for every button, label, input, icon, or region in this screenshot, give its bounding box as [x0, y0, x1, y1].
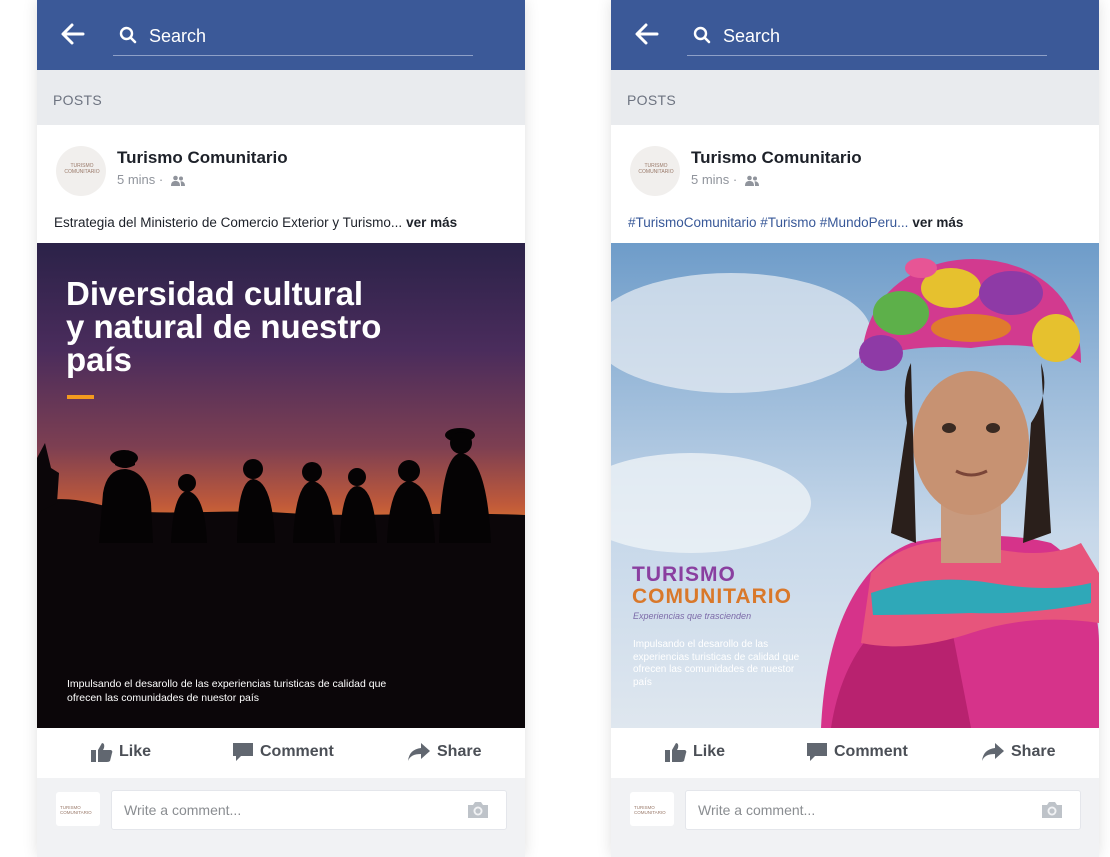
post-timestamp: 5 mins — [691, 172, 730, 187]
back-arrow-icon[interactable] — [59, 21, 85, 47]
avatar-logo-text: TURISMO COMUNITARIO — [638, 163, 674, 175]
image-caption: Impulsando el desarollo de las experienc… — [633, 639, 800, 688]
share-label: Share — [437, 743, 482, 760]
post-screen-left: POSTS TURISMO COMUNITARIO Turismo Comuni… — [37, 0, 525, 857]
post-text: #TurismoComunitario #Turismo #MundoPeru.… — [628, 215, 963, 230]
top-bar — [611, 0, 1099, 70]
comment-composer: TURISMO COMUNITARIO — [37, 778, 525, 857]
post-body: Estrategia del Ministerio de Comercio Ex… — [54, 215, 403, 230]
search-icon — [693, 26, 711, 44]
comment-input[interactable] — [111, 790, 507, 830]
search-icon — [119, 26, 137, 44]
brand-tagline: Experiencias que trascienden — [633, 611, 752, 621]
page-avatar[interactable]: TURISMO COMUNITARIO — [56, 146, 106, 196]
search-input[interactable] — [687, 18, 1047, 56]
section-header: POSTS — [37, 70, 525, 125]
like-label: Like — [119, 743, 152, 760]
friends-icon — [170, 175, 185, 186]
comment-bubble-icon — [233, 743, 253, 761]
post-meta: 5 mins · — [117, 172, 185, 187]
search-input[interactable] — [113, 18, 473, 56]
brand-logo-line2: COMUNITARIO — [632, 585, 792, 608]
like-button[interactable]: Like — [91, 742, 151, 762]
camera-icon[interactable] — [1041, 801, 1063, 819]
share-arrow-icon — [982, 743, 1004, 761]
post-timestamp: 5 mins — [117, 172, 156, 187]
comment-label: Comment — [834, 743, 908, 760]
comment-label: Comment — [260, 743, 334, 760]
post-screen-right: POSTS TURISMO COMUNITARIO Turismo Comuni… — [611, 0, 1099, 857]
page-name[interactable]: Turismo Comunitario — [691, 148, 862, 168]
see-more-link[interactable]: ver más — [406, 215, 457, 230]
commenter-avatar: TURISMO COMUNITARIO — [56, 792, 100, 826]
image-caption: Impulsando el desarollo de las experienc… — [67, 678, 387, 704]
like-thumb-icon — [91, 743, 113, 762]
action-bar: Like Comment Share — [37, 728, 525, 778]
like-label: Like — [693, 743, 726, 760]
meta-separator: · — [158, 172, 164, 187]
commenter-avatar-text: TURISMO COMUNITARIO — [634, 805, 666, 815]
post-image[interactable]: Diversidad cultural y natural de nuestro… — [37, 243, 525, 728]
friends-icon — [744, 175, 759, 186]
headline-accent-bar — [67, 395, 94, 399]
section-header: POSTS — [611, 70, 1099, 125]
see-more-link[interactable]: ver más — [912, 215, 963, 230]
post-hashtags[interactable]: #TurismoComunitario #Turismo #MundoPeru.… — [628, 215, 908, 230]
share-button[interactable]: Share — [407, 742, 481, 762]
avatar-logo-text: TURISMO COMUNITARIO — [64, 163, 100, 175]
page-avatar[interactable]: TURISMO COMUNITARIO — [630, 146, 680, 196]
share-button[interactable]: Share — [981, 742, 1055, 762]
top-bar — [37, 0, 525, 70]
image-headline: Diversidad cultural y natural de nuestro… — [66, 275, 382, 378]
share-arrow-icon — [408, 743, 430, 761]
like-thumb-icon — [665, 743, 687, 762]
commenter-avatar-text: TURISMO COMUNITARIO — [60, 805, 92, 815]
comment-button[interactable]: Comment — [806, 742, 908, 762]
page-name[interactable]: Turismo Comunitario — [117, 148, 288, 168]
back-arrow-icon[interactable] — [633, 21, 659, 47]
comment-input[interactable] — [685, 790, 1081, 830]
like-button[interactable]: Like — [665, 742, 725, 762]
brand-logo-line1: TURISMO — [632, 563, 736, 586]
post-meta: 5 mins · — [691, 172, 759, 187]
comment-composer: TURISMO COMUNITARIO — [611, 778, 1099, 857]
action-bar: Like Comment Share — [611, 728, 1099, 778]
commenter-avatar: TURISMO COMUNITARIO — [630, 792, 674, 826]
section-label: POSTS — [627, 92, 676, 108]
section-label: POSTS — [53, 92, 102, 108]
post-image[interactable]: TURISMO COMUNITARIO Experiencias que tra… — [611, 243, 1099, 728]
post-text: Estrategia del Ministerio de Comercio Ex… — [54, 215, 457, 230]
camera-icon[interactable] — [467, 801, 489, 819]
comment-button[interactable]: Comment — [232, 742, 334, 762]
comment-bubble-icon — [807, 743, 827, 761]
meta-separator: · — [732, 172, 738, 187]
share-label: Share — [1011, 743, 1056, 760]
